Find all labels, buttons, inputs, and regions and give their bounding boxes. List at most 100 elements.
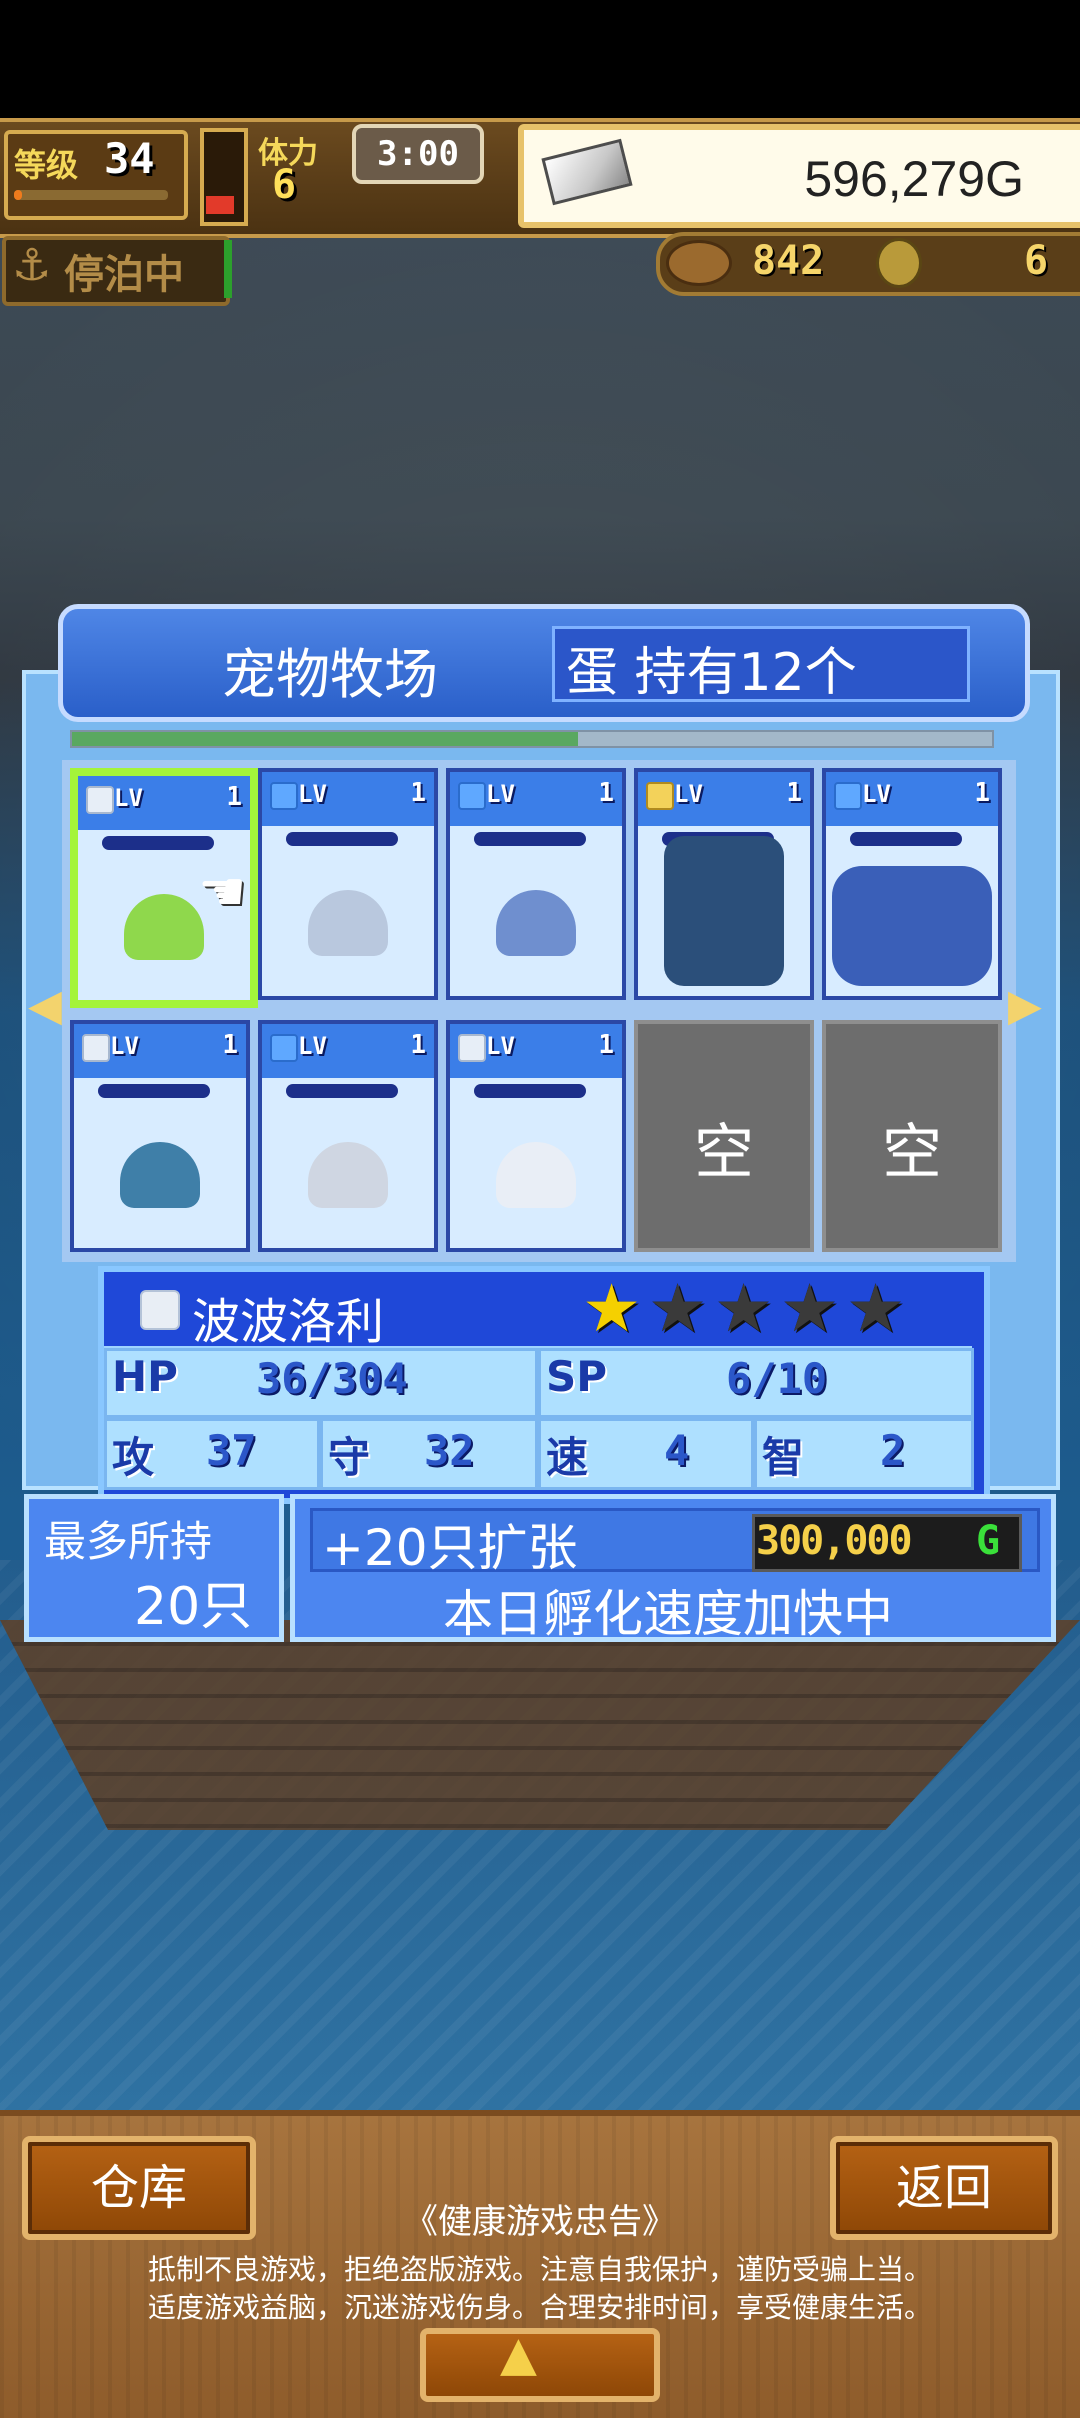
- empty-slot[interactable]: 空: [822, 1020, 1002, 1252]
- pet-slot-4[interactable]: LV 1: [634, 768, 814, 1000]
- rarity-gem-icon: [646, 782, 674, 810]
- expand-menu-button[interactable]: [420, 2328, 660, 2402]
- snake-pet-sprite: [120, 1142, 200, 1208]
- atk-value: 37: [206, 1426, 257, 1475]
- slot-lv-label: LV: [298, 1032, 327, 1060]
- spd-label: 速: [546, 1433, 589, 1482]
- pet-name: 波波洛利: [192, 1294, 385, 1350]
- medal-value: 6: [1024, 238, 1049, 284]
- slime-pet-sprite: [124, 894, 204, 960]
- stamina-gauge-fill: [206, 196, 234, 214]
- slot-lv-value: 1: [222, 1030, 238, 1060]
- slot-lv-value: 1: [598, 1030, 614, 1060]
- sp-value: 6/10: [726, 1354, 828, 1403]
- anchor-icon: ⚓: [12, 240, 52, 291]
- sp-label: SP: [546, 1352, 608, 1401]
- empty-slot-label: 空: [882, 1118, 942, 1188]
- wood-value: 842: [752, 238, 825, 284]
- slot-lv-label: LV: [298, 780, 327, 808]
- pet-slot-5[interactable]: LV 1: [822, 768, 1002, 1000]
- int-value: 2: [880, 1426, 906, 1475]
- slot-lv-label: LV: [110, 1032, 139, 1060]
- slot-lv-label: LV: [486, 1032, 515, 1060]
- dock-status-label: 停泊中: [64, 252, 184, 298]
- page-progress-fill: [72, 732, 578, 746]
- pet-slot-7[interactable]: LV 1: [258, 1020, 438, 1252]
- slot-lv-label: LV: [486, 780, 515, 808]
- atk-label: 攻: [112, 1433, 155, 1482]
- expand-price: 300,000: [756, 1518, 913, 1564]
- capacity-value: 20只: [134, 1577, 253, 1637]
- empty-slot-label: 空: [694, 1118, 754, 1188]
- star-icon: ★: [780, 1270, 840, 1347]
- slot-name-bar: [286, 832, 398, 846]
- panel-title: 宠物牧场: [222, 643, 438, 706]
- slot-lv-label: LV: [862, 780, 891, 808]
- star-icon: ★: [714, 1270, 774, 1347]
- pet-slot-8[interactable]: LV 1: [446, 1020, 626, 1252]
- pet-slot-6[interactable]: LV 1: [70, 1020, 250, 1252]
- pet-slot-2[interactable]: LV 1: [258, 768, 438, 1000]
- cat-pet-sprite: [496, 1142, 576, 1208]
- pet-slot-3[interactable]: LV 1: [446, 768, 626, 1000]
- exp-bar: [14, 190, 168, 200]
- slot-lv-value: 1: [598, 778, 614, 808]
- wood-icon: [666, 240, 732, 286]
- puffball-pet-sprite: [308, 1142, 388, 1208]
- slot-name-bar: [474, 1084, 586, 1098]
- slot-name-bar: [98, 1084, 210, 1098]
- star-icon: ★: [846, 1270, 906, 1347]
- up-arrow-icon: ▲: [500, 2326, 537, 2382]
- slot-lv-value: 1: [226, 782, 242, 812]
- slot-name-bar: [286, 1084, 398, 1098]
- level-label: 等级: [14, 146, 79, 184]
- int-label: 智: [762, 1433, 805, 1482]
- turtle-pet-sprite: [496, 890, 576, 956]
- dragon-pet-sprite: [664, 836, 784, 986]
- previous-page-arrow-icon[interactable]: ◀: [28, 980, 62, 1031]
- stamina-timer: 3:00: [352, 124, 484, 184]
- level-value: 34: [104, 134, 155, 183]
- health-notice-title: 《健康游戏忠告》: [404, 2202, 676, 2242]
- slot-lv-value: 1: [974, 778, 990, 808]
- stamina-value: 6: [272, 162, 297, 208]
- pointer-hand-icon: ☚: [198, 860, 247, 923]
- rarity-gem-icon: [82, 1034, 110, 1062]
- slot-name-bar: [474, 832, 586, 846]
- next-page-arrow-icon[interactable]: ▶: [1008, 980, 1042, 1031]
- rarity-gem-icon: [458, 1034, 486, 1062]
- slot-name-bar: [850, 832, 962, 846]
- expand-capacity-label: +20只扩张: [322, 1519, 578, 1577]
- medal-icon: [876, 238, 922, 288]
- slot-lv-value: 1: [410, 1030, 426, 1060]
- def-value: 32: [424, 1426, 475, 1475]
- fish-pet-sprite: [308, 890, 388, 956]
- rarity-gem-icon: [140, 1290, 180, 1330]
- star-icon: ★: [582, 1270, 642, 1347]
- rarity-gem-icon: [86, 786, 114, 814]
- empty-slot[interactable]: 空: [634, 1020, 814, 1252]
- rarity-gem-icon: [834, 782, 862, 810]
- currency-g-icon: G: [976, 1518, 1001, 1564]
- exp-bar-fill: [14, 190, 22, 200]
- hp-label: HP: [112, 1352, 178, 1401]
- sea-monster-pet-sprite: [832, 866, 992, 986]
- slot-name-bar: [102, 836, 214, 850]
- rarity-gem-icon: [270, 782, 298, 810]
- slot-lv-value: 1: [786, 778, 802, 808]
- star-icon: ★: [648, 1270, 708, 1347]
- rarity-gem-icon: [458, 782, 486, 810]
- rarity-gem-icon: [270, 1034, 298, 1062]
- health-notice-line: 适度游戏益脑，沉迷游戏伤身。合理安排时间，享受健康生活。: [147, 2291, 932, 2324]
- eggs-count-label: 蛋 持有12个: [566, 643, 857, 703]
- health-notice-line: 抵制不良游戏，拒绝盗版游戏。注意自我保护，谨防受骗上当。: [147, 2253, 932, 2286]
- hatch-boost-label: 本日孵化速度加快中: [443, 1585, 893, 1643]
- gold-value: 596,279G: [804, 151, 1024, 207]
- slot-lv-label: LV: [114, 784, 143, 812]
- slot-lv-value: 1: [410, 778, 426, 808]
- capacity-label: 最多所持: [44, 1517, 213, 1566]
- def-label: 守: [328, 1433, 371, 1482]
- dock-indicator: [224, 240, 232, 298]
- spd-value: 4: [664, 1426, 690, 1475]
- hp-value: 36/304: [256, 1354, 408, 1403]
